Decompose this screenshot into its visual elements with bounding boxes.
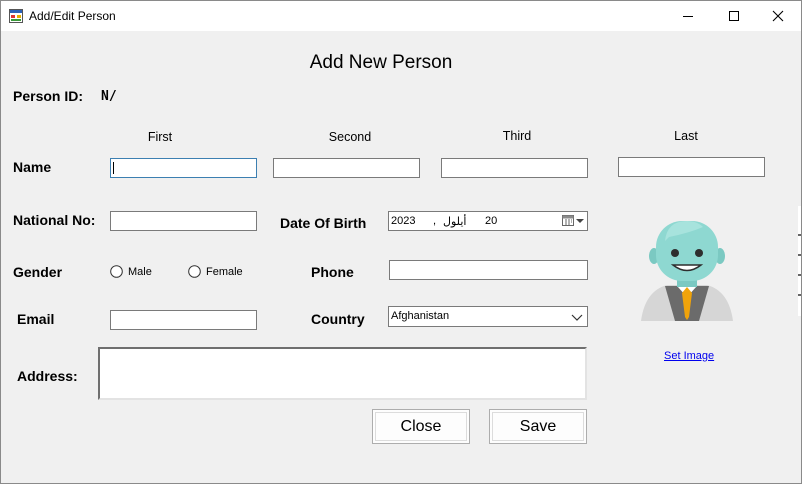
second-name-input[interactable] (273, 158, 420, 178)
last-name-input[interactable] (618, 157, 765, 177)
minimize-icon (683, 16, 693, 17)
address-label: Address: (17, 368, 78, 384)
national-no-input[interactable] (110, 211, 257, 231)
first-name-header: First (147, 130, 173, 144)
maximize-button[interactable] (711, 1, 757, 31)
name-label: Name (13, 159, 52, 175)
window-title: Add/Edit Person (29, 9, 116, 23)
dob-separator: , (433, 215, 437, 227)
phone-label: Phone (311, 264, 354, 280)
person-id-value: N/ (101, 89, 117, 104)
dob-day: 20 (485, 215, 498, 227)
third-name-header: Third (502, 129, 532, 143)
address-textarea[interactable] (98, 347, 587, 400)
add-edit-person-window: Add/Edit Person Add New Person Person ID… (0, 0, 802, 484)
gender-label: Gender (13, 264, 63, 280)
email-input[interactable] (110, 310, 257, 330)
minimize-button[interactable] (665, 1, 711, 31)
country-select[interactable]: Afghanistan (388, 306, 588, 327)
close-icon (772, 10, 784, 22)
dob-label: Date Of Birth (280, 215, 367, 231)
person-avatar (641, 221, 733, 321)
maximize-icon (729, 11, 739, 21)
background-window-edge (798, 206, 801, 316)
save-button[interactable]: Save (489, 409, 587, 444)
close-button-label: Close (400, 417, 442, 435)
close-window-button[interactable] (755, 1, 801, 31)
save-button-label: Save (519, 417, 557, 435)
national-no-label: National No: (13, 212, 96, 228)
close-button[interactable]: Close (372, 409, 470, 444)
country-value: Afghanistan (391, 310, 450, 322)
third-name-input[interactable] (441, 158, 588, 178)
title-bar: Add/Edit Person (1, 1, 801, 31)
form-icon (9, 9, 23, 23)
female-radio[interactable] (188, 265, 201, 278)
female-label[interactable]: Female (206, 266, 243, 278)
person-id-label: Person ID: (13, 88, 84, 104)
calendar-icon[interactable] (561, 214, 585, 228)
text-caret (113, 162, 114, 174)
phone-input[interactable] (389, 260, 588, 280)
dob-year: 2023 (391, 215, 416, 227)
dob-month: أيلول (443, 215, 467, 228)
email-label: Email (17, 311, 55, 327)
date-of-birth-picker[interactable]: 2023 , أيلول 20 (388, 211, 588, 231)
country-label: Country (311, 311, 365, 327)
first-name-input[interactable] (110, 158, 257, 178)
last-name-header: Last (674, 129, 698, 143)
set-image-link[interactable]: Set Image (664, 350, 714, 362)
male-radio[interactable] (110, 265, 123, 278)
male-label[interactable]: Male (128, 266, 152, 278)
chevron-down-icon[interactable] (571, 312, 583, 322)
page-title: Add New Person (309, 52, 453, 73)
second-name-header: Second (328, 130, 372, 144)
